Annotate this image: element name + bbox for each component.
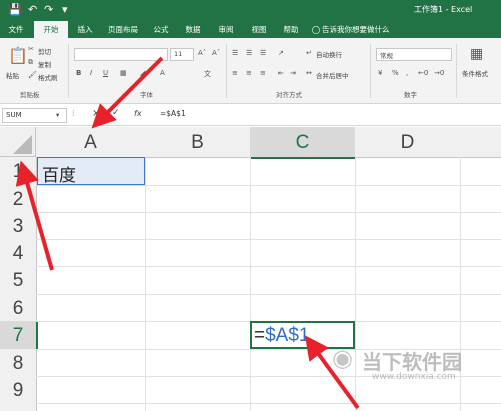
watermark-text: 当下软件园 [362,350,462,374]
watermark: ◉ 当下软件园 www.downxia.com [332,344,501,394]
arrow-to-column-a [91,56,164,129]
watermark-logo-icon: ◉ [332,344,353,372]
watermark-url: www.downxia.com [372,372,456,382]
arrow-to-row-1 [15,160,54,271]
